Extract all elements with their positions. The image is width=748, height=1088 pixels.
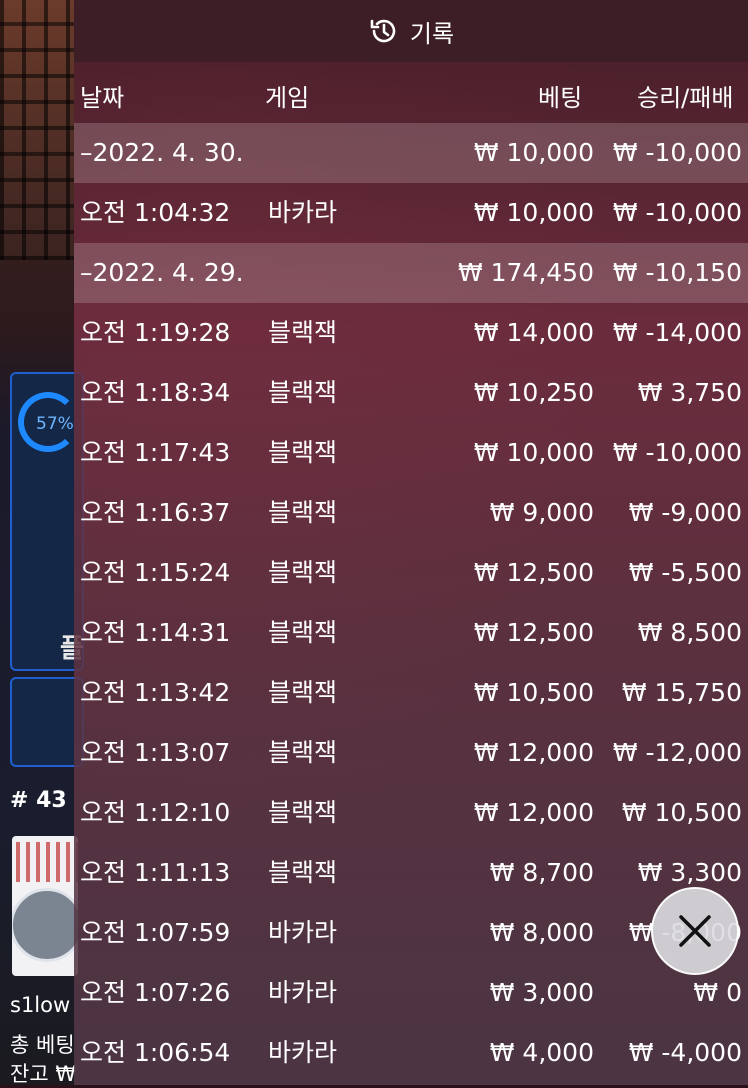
total-bet-label: 총 베팅 — [10, 1033, 75, 1057]
row-time: 오전 1:07:59 — [80, 918, 231, 947]
history-row: 오전 1:13:42 블랙잭 ₩ 10,500 ₩ 15,750 — [74, 663, 748, 723]
row-time: –2022. 4. 30. — [80, 138, 244, 167]
history-row: 오전 1:18:34 블랙잭 ₩ 10,250 ₩ 3,750 — [74, 363, 748, 423]
row-result: ₩ -10,000 — [612, 138, 742, 167]
stats-card-secondary — [10, 677, 84, 767]
row-game: 블랙잭 — [268, 498, 338, 527]
row-time: 오전 1:15:24 — [80, 558, 231, 587]
history-row: 오전 1:04:32 바카라 ₩ 10,000 ₩ -10,000 — [74, 183, 748, 243]
table-preview-icon — [12, 888, 78, 962]
row-game: 블랙잭 — [268, 798, 338, 827]
history-row: 오전 1:07:26 바카라 ₩ 3,000 ₩ 0 — [74, 963, 748, 1023]
row-result: ₩ -9,000 — [628, 498, 742, 527]
history-row: 오전 1:16:37 블랙잭 ₩ 9,000 ₩ -9,000 — [74, 483, 748, 543]
bead-road-grid — [16, 842, 78, 882]
row-bet: ₩ 10,000 — [473, 138, 594, 167]
column-header-bet: 베팅 — [538, 84, 583, 112]
history-row: 오전 1:06:54 바카라 ₩ 4,000 ₩ -4,000 — [74, 1023, 748, 1083]
row-time: 오전 1:16:37 — [80, 498, 231, 527]
row-result: ₩ -5,500 — [628, 558, 742, 587]
row-time: –2022. 4. 29. — [80, 258, 244, 287]
row-result: ₩ -14,000 — [612, 318, 742, 347]
row-time: 오전 1:07:26 — [80, 978, 231, 1007]
date-group-row: –2022. 4. 29. ₩ 174,450 ₩ -10,150 — [74, 243, 748, 303]
date-group-row: –2022. 4. 30. ₩ 10,000 ₩ -10,000 — [74, 123, 748, 183]
row-result: ₩ -10,000 — [612, 438, 742, 467]
balance-label: 잔고 ₩ — [10, 1062, 77, 1086]
row-game: 블랙잭 — [268, 678, 338, 707]
row-time: 오전 1:14:31 — [80, 618, 231, 647]
row-bet: ₩ 4,000 — [489, 1038, 594, 1067]
row-game: 블랙잭 — [268, 438, 338, 467]
history-row: 오전 1:15:24 블랙잭 ₩ 12,500 ₩ -5,500 — [74, 543, 748, 603]
row-bet: ₩ 12,500 — [473, 558, 594, 587]
column-header-date: 날짜 — [80, 84, 125, 112]
row-game: 블랙잭 — [268, 318, 338, 347]
row-game: 블랙잭 — [268, 858, 338, 887]
row-bet: ₩ 10,250 — [473, 378, 594, 407]
row-time: 오전 1:19:28 — [80, 318, 231, 347]
row-bet: ₩ 8,000 — [489, 918, 594, 947]
row-game: 바카라 — [268, 1038, 338, 1067]
row-bet: ₩ 10,000 — [473, 198, 594, 227]
row-game: 블랙잭 — [268, 618, 338, 647]
row-result: ₩ -10,000 — [612, 198, 742, 227]
row-bet: ₩ 9,000 — [489, 498, 594, 527]
column-header-game: 게임 — [265, 84, 310, 112]
row-game: 블랙잭 — [268, 738, 338, 767]
row-bet: ₩ 12,500 — [473, 618, 594, 647]
row-bet: ₩ 10,500 — [473, 678, 594, 707]
history-row: 오전 1:13:07 블랙잭 ₩ 12,000 ₩ -12,000 — [74, 723, 748, 783]
history-row: 오전 1:19:28 블랙잭 ₩ 14,000 ₩ -14,000 — [74, 303, 748, 363]
row-game: 바카라 — [268, 198, 338, 227]
history-row: 오전 1:11:13 블랙잭 ₩ 8,700 ₩ 3,300 — [74, 843, 748, 903]
percent-label: 57% — [36, 414, 74, 434]
history-clock-icon — [370, 19, 396, 43]
row-time: 오전 1:06:54 — [80, 1038, 231, 1067]
row-bet: ₩ 12,000 — [473, 798, 594, 827]
row-game: 블랙잭 — [268, 558, 338, 587]
row-game: 블랙잭 — [268, 378, 338, 407]
table-thumbnail[interactable] — [12, 836, 78, 976]
row-time: 오전 1:18:34 — [80, 378, 231, 407]
history-row: 오전 1:12:10 블랙잭 ₩ 12,000 ₩ 10,500 — [74, 783, 748, 843]
row-time: 오전 1:12:10 — [80, 798, 231, 827]
username: s1low — [10, 993, 71, 1017]
history-header: 기록 — [74, 0, 748, 62]
row-time: 오전 1:13:42 — [80, 678, 231, 707]
history-row: 오전 1:14:31 블랙잭 ₩ 12,500 ₩ 8,500 — [74, 603, 748, 663]
row-bet: ₩ 14,000 — [473, 318, 594, 347]
row-bet: ₩ 174,450 — [457, 258, 594, 287]
round-number: # 43 — [10, 788, 67, 813]
row-bet: ₩ 3,000 — [489, 978, 594, 1007]
row-result: ₩ 3,750 — [637, 378, 742, 407]
row-time: 오전 1:13:07 — [80, 738, 231, 767]
row-bet: ₩ 12,000 — [473, 738, 594, 767]
history-title: 기록 — [409, 19, 455, 48]
row-result: ₩ 8,500 — [637, 618, 742, 647]
history-row: 오전 1:07:59바카라₩ 8,000₩ -8,000 — [74, 903, 748, 963]
row-game: 바카라 — [268, 918, 338, 947]
row-result: ₩ 15,750 — [621, 678, 742, 707]
close-button[interactable] — [651, 887, 739, 975]
row-game: 바카라 — [268, 978, 338, 1007]
row-result: ₩ -10,150 — [612, 258, 742, 287]
column-header-result: 승리/패배 — [637, 84, 734, 112]
row-result: ₩ 10,500 — [621, 798, 742, 827]
row-result: ₩ -4,000 — [628, 1038, 742, 1067]
dealer-video-background — [0, 0, 74, 260]
row-result: ₩ -12,000 — [612, 738, 742, 767]
row-bet: ₩ 10,000 — [473, 438, 594, 467]
row-time: 오전 1:11:13 — [80, 858, 231, 887]
row-bet: ₩ 8,700 — [489, 858, 594, 887]
row-time: 오전 1:17:43 — [80, 438, 231, 467]
history-row: 오전 1:17:43 블랙잭 ₩ 10,000 ₩ -10,000 — [74, 423, 748, 483]
row-time: 오전 1:04:32 — [80, 198, 231, 227]
close-x-icon — [679, 915, 711, 947]
